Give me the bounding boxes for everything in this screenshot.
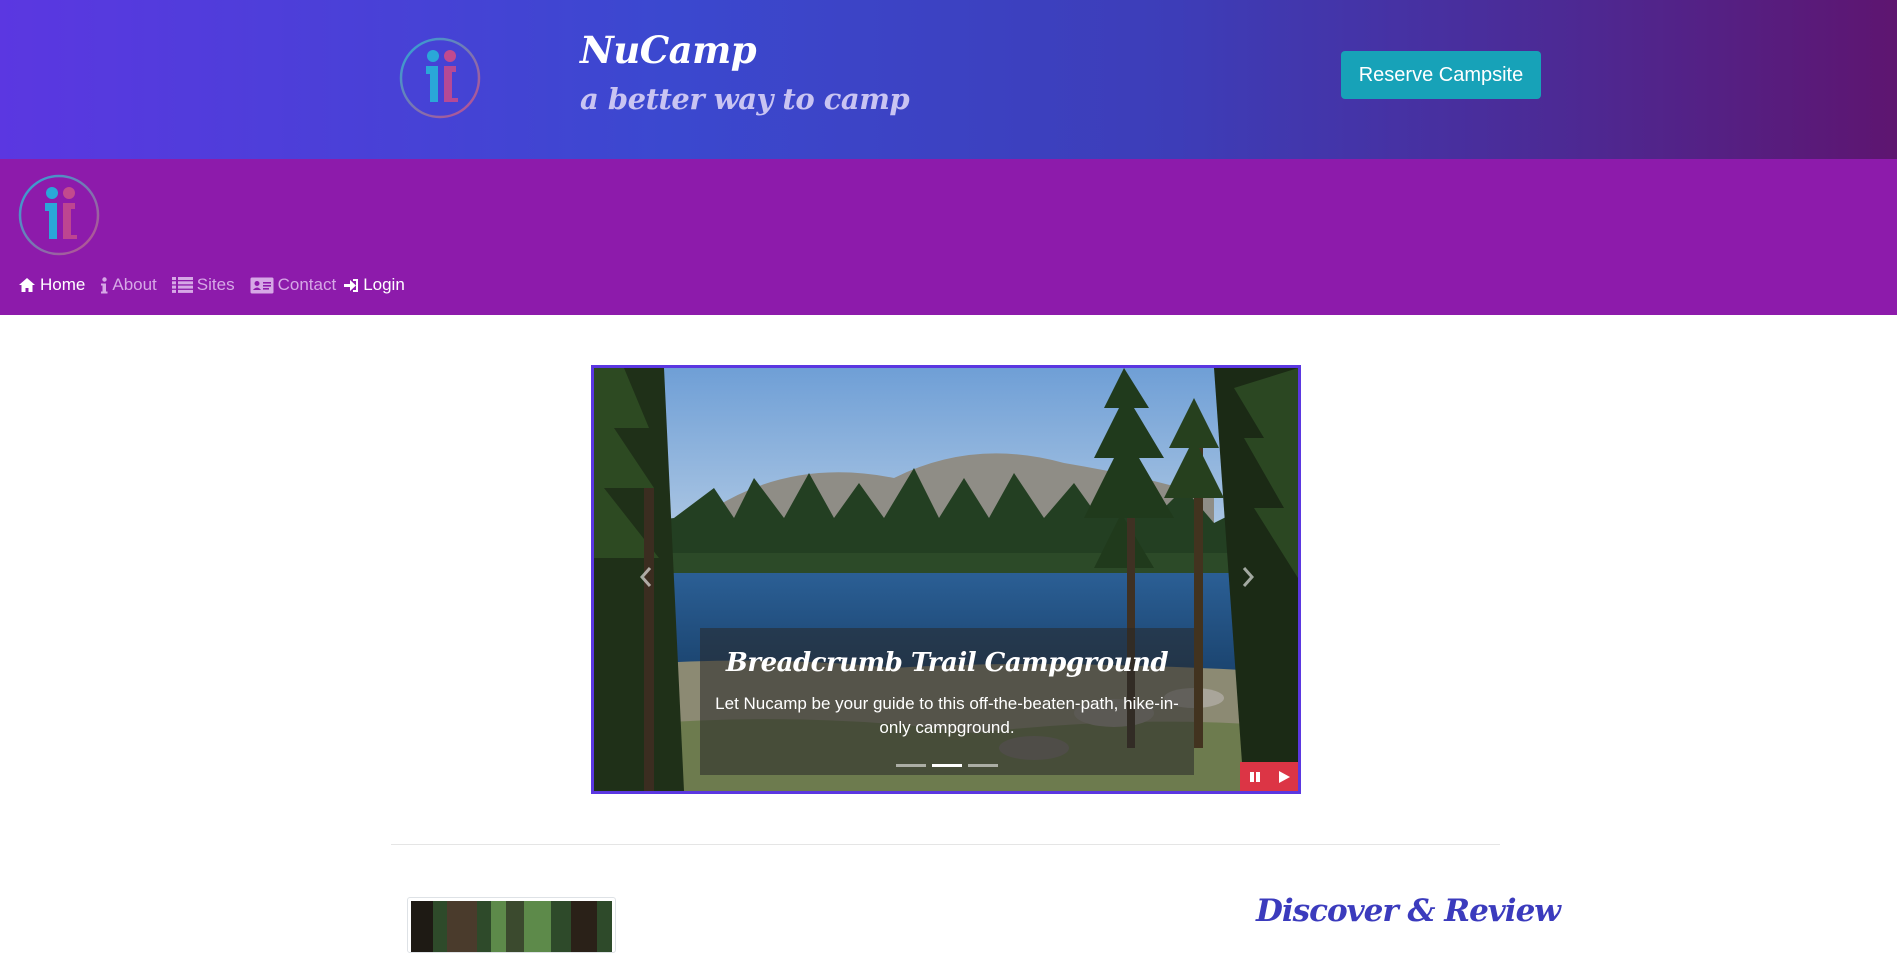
carousel-indicators [896,764,1004,767]
brand-subtitle: a better way to camp [580,82,910,116]
section-divider [391,844,1500,845]
pause-icon[interactable] [1249,771,1261,783]
campsite-thumbnail [407,897,616,953]
nucamp-logo-icon [399,37,481,119]
chevron-right-icon [1242,567,1255,587]
nav-item-home[interactable]: Home [18,275,85,295]
play-icon[interactable] [1278,770,1290,783]
caption-title: Breadcrumb Trail Campground [725,648,1169,678]
carousel-indicator-3[interactable] [968,764,998,767]
nav-item-about[interactable]: About [100,275,157,295]
carousel-caption: Breadcrumb Trail Campground Let Nucamp b… [700,628,1194,775]
nav-links: Home About Sites Contact Login [18,275,420,295]
login-link[interactable]: Login [344,275,405,295]
campsite-thumbnail-image [411,901,612,952]
login-label: Login [363,275,405,294]
nav-item-sites[interactable]: Sites [171,275,235,295]
section-title: Discover & Review [1256,893,1561,929]
caption-text: Let Nucamp be your guide to this off-the… [715,694,1179,737]
carousel-next-button[interactable] [1236,564,1260,594]
address-card-icon [250,277,274,293]
carousel-indicator-2[interactable] [932,764,962,767]
header-jumbotron: NuCamp a better way to camp Reserve Camp… [0,0,1897,159]
sign-in-icon [344,278,359,292]
nav-item-label: Home [40,275,86,294]
chevron-left-icon [639,567,652,587]
brand-title: NuCamp [580,28,757,72]
main-navbar: Home About Sites Contact Login [0,159,1897,315]
nav-item-contact[interactable]: Contact [250,275,337,295]
carousel-indicator-1[interactable] [896,764,926,767]
nav-item-label: Sites [196,275,235,294]
carousel-play-controls [1240,762,1298,791]
list-icon [171,277,193,293]
info-icon [101,276,108,293]
nav-item-label: About [112,275,157,294]
reserve-campsite-button[interactable]: Reserve Campsite [1341,51,1541,99]
nav-item-label: Contact [277,275,337,294]
campsite-carousel: Breadcrumb Trail Campground Let Nucamp b… [591,365,1301,794]
navbar-logo-icon[interactable] [17,173,101,257]
home-icon [19,278,35,292]
carousel-prev-button[interactable] [634,564,658,594]
